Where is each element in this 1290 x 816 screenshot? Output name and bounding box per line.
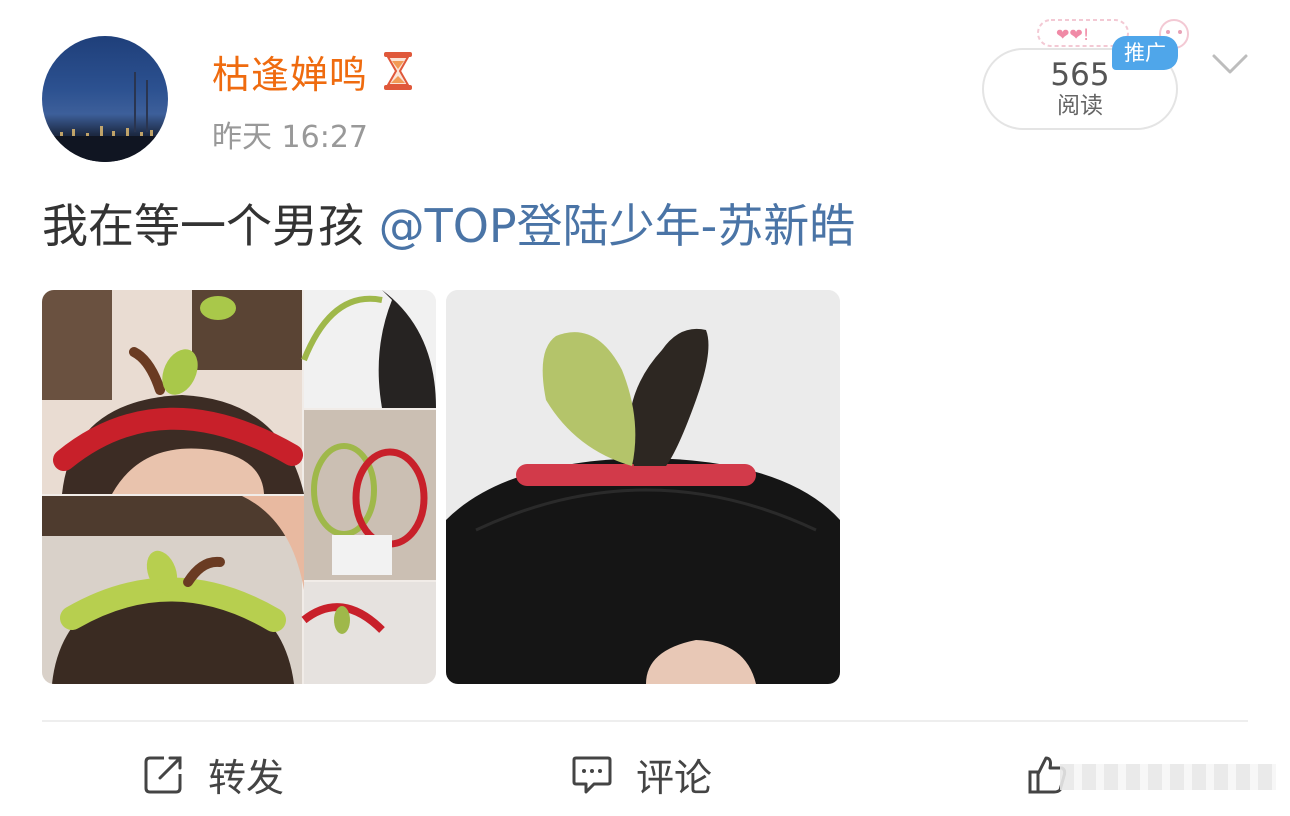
comment-button[interactable]: 评论 bbox=[570, 742, 712, 806]
hourglass-icon bbox=[384, 52, 413, 90]
username-text: 枯逢婵鸣 bbox=[212, 52, 369, 97]
read-label: 阅读 bbox=[1057, 93, 1103, 119]
sprout-hairclip-image bbox=[446, 290, 840, 684]
svg-text:❤❤!: ❤❤! bbox=[1056, 25, 1089, 44]
mention-link[interactable]: @TOP登陆少年-苏新皓 bbox=[379, 199, 856, 253]
read-count: 565 bbox=[1050, 57, 1110, 93]
repost-icon bbox=[144, 756, 182, 794]
repost-label: 转发 bbox=[208, 755, 285, 800]
comment-icon bbox=[572, 756, 612, 794]
post-image-2[interactable] bbox=[446, 290, 840, 684]
repost-button[interactable]: 转发 bbox=[142, 742, 284, 806]
headband-collage-image bbox=[42, 290, 436, 684]
post-time: 昨天 16:27 bbox=[212, 120, 368, 155]
post-body: 我在等一个男孩 bbox=[42, 199, 364, 253]
chevron-down-icon[interactable] bbox=[1210, 46, 1250, 82]
avatar[interactable] bbox=[42, 36, 168, 162]
promo-tag: 推广 bbox=[1112, 36, 1178, 70]
username[interactable]: 枯逢婵鸣 bbox=[212, 46, 414, 97]
obscured-text bbox=[1060, 764, 1276, 790]
post-image-1[interactable] bbox=[42, 290, 436, 684]
post-text: 我在等一个男孩 @TOP登陆少年-苏新皓 bbox=[42, 196, 1242, 256]
comment-label: 评论 bbox=[636, 755, 713, 800]
divider bbox=[42, 720, 1248, 722]
action-bar: 转发 评论 bbox=[0, 742, 1290, 806]
weibo-post: 枯逢婵鸣 昨天 16:27 ❤❤! 565 阅读 推广 我在等一个男孩 @TOP… bbox=[0, 0, 1290, 816]
